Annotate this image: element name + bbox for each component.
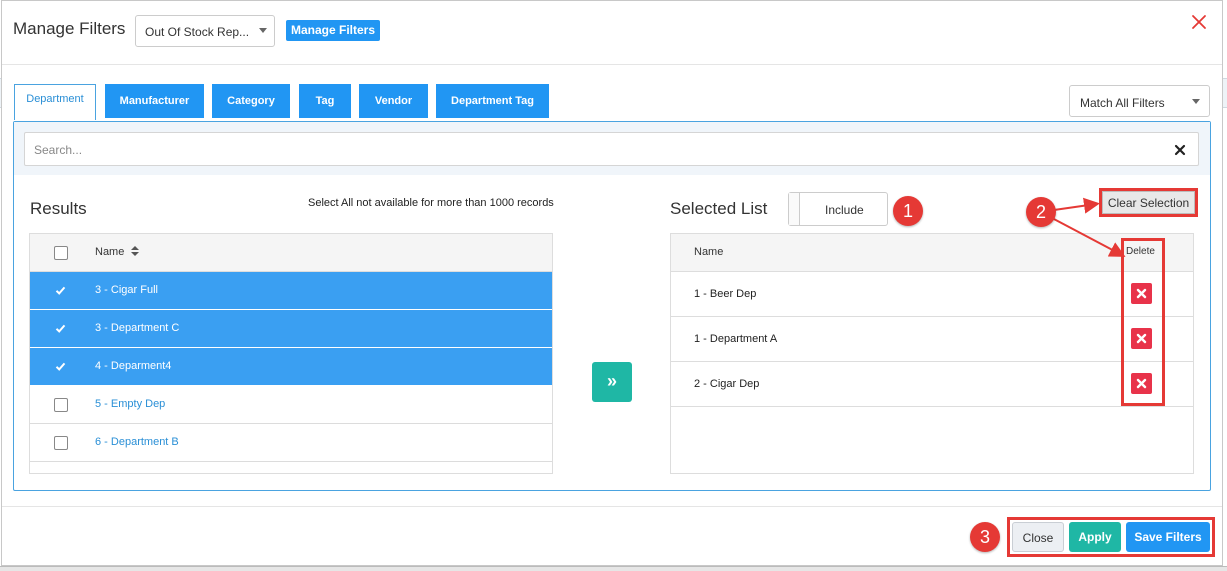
row-label: 4 - Deparment4 (95, 360, 172, 372)
name-column-header: Name (694, 246, 724, 258)
selected-list-title: Selected List (670, 199, 768, 218)
toggle-handle (789, 193, 800, 225)
row-checkbox-checked[interactable] (54, 360, 67, 373)
saved-filter-select[interactable]: Out Of Stock Rep... (135, 15, 275, 47)
annotation-callout-3: 3 (970, 522, 1000, 552)
select-all-note: Select All not available for more than 1… (308, 197, 554, 209)
table-header: Name (30, 234, 552, 272)
close-icon[interactable] (1190, 13, 1208, 31)
tab-manufacturer[interactable]: Manufacturer (105, 84, 204, 118)
row-checkbox[interactable] (54, 436, 68, 450)
tab-category[interactable]: Category (212, 84, 290, 118)
chevron-down-icon (1192, 99, 1200, 104)
name-column-header[interactable]: Name (95, 246, 140, 258)
sort-icon (131, 246, 140, 256)
results-title: Results (30, 199, 87, 218)
tab-department[interactable]: Department (14, 84, 96, 120)
table-row[interactable]: 3 - Cigar Full (30, 272, 552, 310)
row-label: 3 - Department C (95, 322, 180, 334)
name-column-label: Name (95, 246, 125, 258)
row-checkbox[interactable] (54, 398, 68, 412)
tab-tag[interactable]: Tag (299, 84, 351, 118)
match-mode-value: Match All Filters (1080, 96, 1165, 110)
table-row: 2 - Cigar Dep (671, 362, 1193, 407)
annotation-callout-2: 2 (1026, 197, 1056, 227)
include-toggle[interactable]: Include (788, 192, 888, 226)
tab-department-tag[interactable]: Department Tag (436, 84, 549, 118)
row-label: 2 - Cigar Dep (694, 378, 760, 390)
header-divider (2, 64, 1222, 65)
modal-title: Manage Filters (13, 19, 126, 38)
table-row[interactable]: 3 - Department C (30, 310, 552, 348)
annotation-arrows (1051, 197, 1126, 257)
row-checkbox-checked[interactable] (54, 322, 67, 335)
footer-divider (2, 506, 1222, 507)
results-table: Name 3 - Cigar Full 3 - Department C 4 -… (29, 233, 553, 474)
annotation-highlight-box (1007, 517, 1215, 557)
row-label: 5 - Empty Dep (95, 398, 166, 410)
table-row[interactable]: 5 - Empty Dep (30, 386, 552, 424)
saved-filter-value: Out Of Stock Rep... (145, 25, 250, 39)
table-row[interactable]: 4 - Deparment4 (30, 348, 552, 386)
include-label: Include (825, 203, 864, 217)
select-all-checkbox[interactable] (54, 246, 68, 260)
row-checkbox-checked[interactable] (54, 284, 67, 297)
move-to-selected-button[interactable]: » (592, 362, 632, 402)
search-input[interactable]: Search... (24, 132, 1199, 166)
tab-vendor[interactable]: Vendor (359, 84, 428, 118)
table-row[interactable]: 6 - Department B (30, 424, 552, 462)
row-label: 3 - Cigar Full (95, 284, 158, 296)
background-page-strip (0, 566, 1227, 571)
match-mode-select[interactable]: Match All Filters (1069, 85, 1210, 117)
row-label: 6 - Department B (95, 436, 179, 448)
table-row: 1 - Beer Dep (671, 272, 1193, 317)
row-label: 1 - Department A (694, 333, 778, 345)
chevron-down-icon (259, 28, 267, 33)
clear-search-icon[interactable] (1173, 143, 1187, 157)
row-label: 1 - Beer Dep (694, 288, 757, 300)
table-row: 1 - Department A (671, 317, 1193, 362)
annotation-callout-1: 1 (893, 196, 923, 226)
manage-filters-button[interactable]: Manage Filters (286, 20, 381, 41)
